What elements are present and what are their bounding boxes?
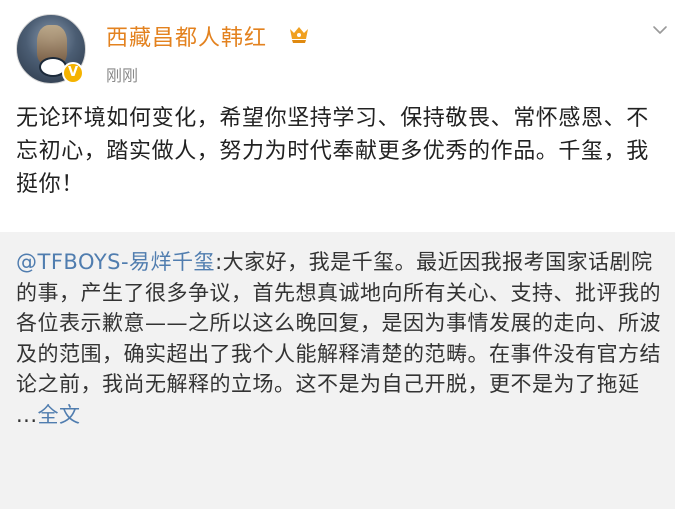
repost-author-mention[interactable]: @TFBOYS-易烊千玺 xyxy=(16,250,215,274)
post-timestamp: 刚刚 xyxy=(106,66,139,85)
verified-v-icon: V xyxy=(62,62,84,84)
repost-text: @TFBOYS-易烊千玺:大家好，我是千玺。最近因我报考国家话剧院的事，产生了很… xyxy=(16,247,666,430)
author-name[interactable]: 西藏昌都人韩红 xyxy=(106,20,267,52)
full-text-link[interactable]: 全文 xyxy=(38,403,81,427)
weibo-post: V 西藏昌都人韩红 刚刚 无论环境如何变化，希望你坚持学习、保持敬畏、常怀感恩、… xyxy=(0,0,675,509)
post-header: V 西藏昌都人韩红 刚刚 xyxy=(0,0,675,92)
post-content: 无论环境如何变化，希望你坚持学习、保持敬畏、常怀感恩、不忘初心，踏实做人，努力为… xyxy=(16,106,649,197)
repost-card[interactable]: @TFBOYS-易烊千玺:大家好，我是千玺。最近因我报考国家话剧院的事，产生了很… xyxy=(0,232,675,509)
fan-badge-icon[interactable] xyxy=(288,25,310,45)
chevron-down-icon[interactable] xyxy=(650,20,670,40)
repost-body: :大家好，我是千玺。最近因我报考国家话剧院的事，产生了很多争议，首先想真诚地向所… xyxy=(16,250,661,427)
